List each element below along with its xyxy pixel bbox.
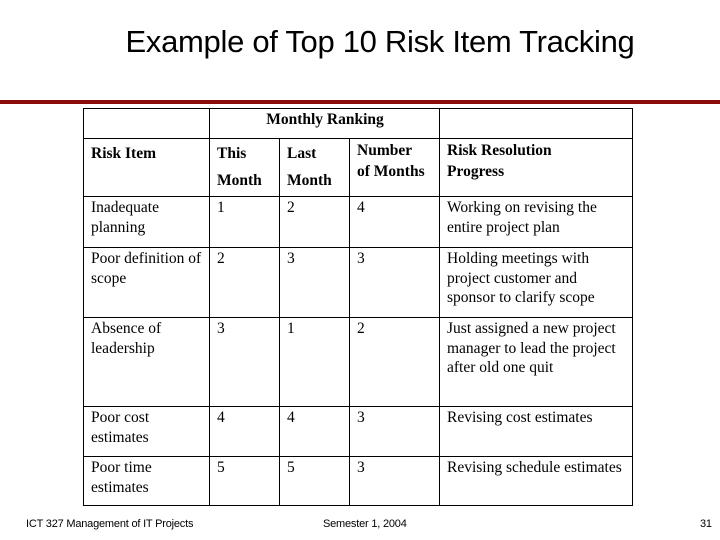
number-of-months-cell: 4 [349, 196, 440, 248]
table-group-header-row: Monthly Ranking [83, 108, 633, 139]
table-row: Inadequate planning 1 2 4 Working on rev… [83, 196, 633, 248]
last-month-cell: 5 [279, 456, 350, 506]
this-month-cell: 5 [209, 456, 280, 506]
risk-item-cell: Poor definition of scope [83, 247, 210, 318]
title-divider [0, 100, 720, 104]
footer-semester: Semester 1, 2004 [323, 518, 407, 530]
empty-header-cell [439, 108, 633, 139]
number-of-months-cell: 3 [349, 247, 440, 318]
progress-cell: Revising schedule estimates [439, 456, 633, 506]
last-month-cell: 1 [279, 317, 350, 407]
this-month-cell: 3 [209, 317, 280, 407]
number-of-months-cell: 3 [349, 406, 440, 457]
slide: Example of Top 10 Risk Item Tracking Mon… [0, 0, 720, 540]
this-month-cell: 2 [209, 247, 280, 318]
table-column-header-row: Risk Item This Month Last Month Number o… [83, 138, 633, 197]
footer-page-number: 31 [700, 518, 712, 530]
table-row: Poor time estimates 5 5 3 Revising sched… [83, 456, 633, 506]
empty-header-cell [83, 108, 210, 139]
this-month-cell: 1 [209, 196, 280, 248]
number-of-months-cell: 3 [349, 456, 440, 506]
number-of-months-cell: 2 [349, 317, 440, 407]
risk-item-cell: Inadequate planning [83, 196, 210, 248]
header-last-month: Last Month [279, 138, 350, 197]
footer-course: ICT 327 Management of IT Projects [26, 518, 194, 530]
this-month-cell: 4 [209, 406, 280, 457]
risk-tracking-table: Monthly Ranking Risk Item This Month Las… [83, 108, 633, 506]
progress-cell: Working on revising the entire project p… [439, 196, 633, 248]
last-month-cell: 2 [279, 196, 350, 248]
header-number-of-months: Number of Months [349, 138, 440, 197]
table-row: Absence of leadership 3 1 2 Just assigne… [83, 317, 633, 407]
progress-cell: Just assigned a new project manager to l… [439, 317, 633, 407]
progress-cell: Holding meetings with project customer a… [439, 247, 633, 318]
progress-cell: Revising cost estimates [439, 406, 633, 457]
risk-item-cell: Poor cost estimates [83, 406, 210, 457]
slide-title: Example of Top 10 Risk Item Tracking [125, 24, 635, 59]
table-row: Poor cost estimates 4 4 3 Revising cost … [83, 406, 633, 457]
risk-item-cell: Absence of leadership [83, 317, 210, 407]
header-risk-item: Risk Item [83, 138, 210, 197]
risk-item-cell: Poor time estimates [83, 456, 210, 506]
last-month-cell: 3 [279, 247, 350, 318]
last-month-cell: 4 [279, 406, 350, 457]
header-this-month: This Month [209, 138, 280, 197]
table-row: Poor definition of scope 2 3 3 Holding m… [83, 247, 633, 318]
header-risk-resolution-progress: Risk Resolution Progress [439, 138, 633, 197]
monthly-ranking-header: Monthly Ranking [209, 108, 440, 139]
